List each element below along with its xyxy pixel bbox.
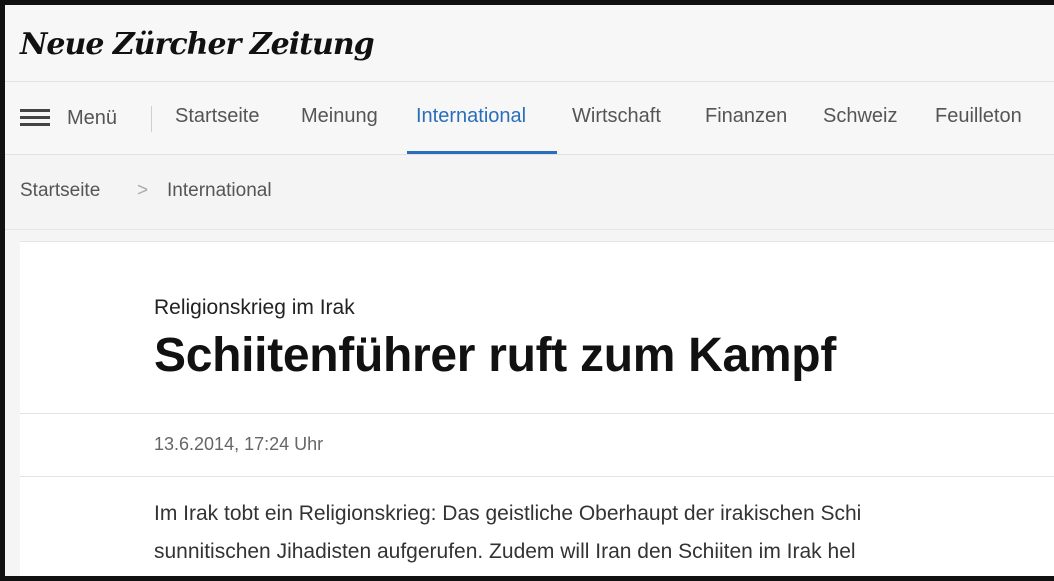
article-kicker: Religionskrieg im Irak: [154, 296, 355, 319]
main-navigation: Menü Startseite Meinung International Wi…: [5, 82, 1054, 155]
article-lead-line: sunnitischen Jihadisten aufgerufen. Zude…: [154, 540, 856, 563]
nav-item-international[interactable]: International: [416, 105, 526, 128]
masthead: Neue Zürcher Zeitung: [5, 5, 1054, 82]
site-logo[interactable]: Neue Zürcher Zeitung: [20, 27, 375, 62]
nav-item-wirtschaft[interactable]: Wirtschaft: [572, 105, 661, 128]
hamburger-icon: [20, 109, 50, 127]
browser-viewport: Neue Zürcher Zeitung Menü Startseite Mei…: [0, 0, 1054, 581]
nav-divider: [151, 106, 152, 132]
article-headline: Schiitenführer ruft zum Kampf: [154, 329, 837, 382]
divider: [20, 413, 1054, 414]
breadcrumb: Startseite > International: [5, 155, 1054, 230]
breadcrumb-international[interactable]: International: [167, 180, 272, 202]
nav-item-startseite[interactable]: Startseite: [175, 105, 259, 128]
menu-button[interactable]: Menü: [20, 104, 117, 132]
breadcrumb-startseite[interactable]: Startseite: [20, 180, 100, 202]
article-date: 13.6.2014, 17:24 Uhr: [154, 434, 324, 454]
nav-item-schweiz[interactable]: Schweiz: [823, 105, 897, 128]
article-lead-line: Im Irak tobt ein Religionskrieg: Das gei…: [154, 502, 862, 525]
nav-item-feuilleton[interactable]: Feuilleton: [935, 105, 1022, 128]
divider: [20, 476, 1054, 477]
active-tab-indicator: [407, 151, 557, 154]
chevron-right-icon: >: [137, 180, 149, 201]
menu-label: Menü: [67, 106, 118, 129]
nav-item-meinung[interactable]: Meinung: [301, 105, 378, 128]
article-card: Religionskrieg im Irak Schiitenführer ru…: [20, 241, 1054, 576]
article-lead: Im Irak tobt ein Religionskrieg: Das gei…: [154, 495, 861, 571]
nav-item-finanzen[interactable]: Finanzen: [705, 105, 787, 128]
